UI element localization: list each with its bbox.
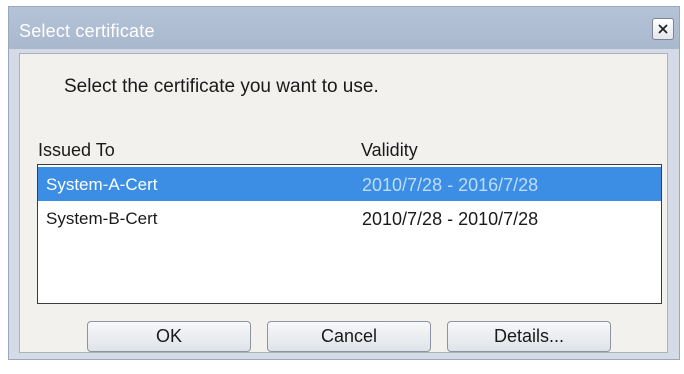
instruction-text: Select the certificate you want to use. [64,76,379,97]
column-header-validity: Validity [361,140,418,160]
details-button[interactable]: Details... [447,321,611,352]
select-certificate-dialog: Select certificate Select the certificat… [8,6,680,360]
dialog-body: Select the certificate you want to use. … [19,53,668,353]
close-button[interactable] [652,18,674,40]
certificate-list[interactable]: System-A-Cert 2010/7/28 - 2016/7/28 Syst… [37,164,662,304]
title-bar: Select certificate [9,7,679,49]
certificate-row-system-a[interactable]: System-A-Cert 2010/7/28 - 2016/7/28 [38,167,661,201]
close-icon [658,24,668,34]
certificate-issued-to: System-A-Cert [46,175,158,194]
certificate-validity: 2010/7/28 - 2016/7/28 [362,175,539,195]
dialog-title: Select certificate [19,21,155,41]
column-header-issued-to: Issued To [38,140,115,160]
certificate-issued-to: System-B-Cert [46,209,158,228]
cancel-button[interactable]: Cancel [267,321,431,352]
certificate-row-system-b[interactable]: System-B-Cert 2010/7/28 - 2010/7/28 [38,201,661,235]
certificate-validity: 2010/7/28 - 2010/7/28 [362,209,539,229]
ok-button[interactable]: OK [87,321,251,352]
